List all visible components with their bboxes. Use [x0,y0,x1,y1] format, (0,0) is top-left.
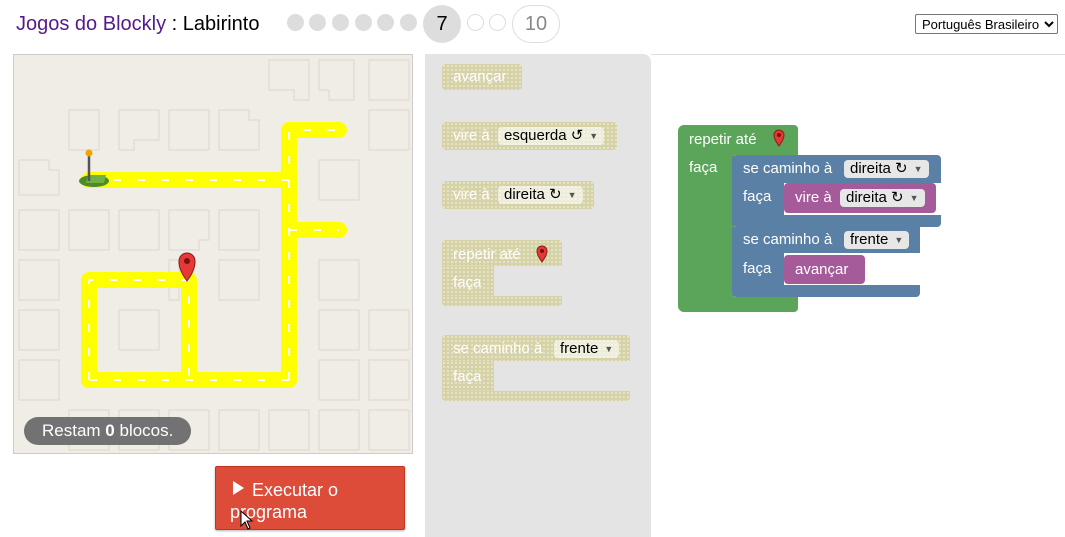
maze-canvas: Restam 0 blocos. [13,54,413,454]
toolbox-turn-left-prefix: vire à [453,127,490,144]
if2-direction-value: frente [850,231,889,248]
dropdown-arrow-icon: ▼ [589,131,599,141]
dropdown-arrow-icon: ▼ [604,344,614,354]
if2-direction-dropdown[interactable]: frente ▼ [844,231,910,249]
repeat-block-bottom [678,297,798,312]
maze-path [81,122,347,388]
turn-direction-dropdown[interactable]: direita ↻ ▼ [840,189,925,207]
start-marker-icon [79,149,109,187]
road-markings [88,129,339,381]
turn-direction-value: direita ↻ [846,189,904,206]
repeat-block-spine [678,155,734,299]
level-4-dot[interactable] [355,14,372,31]
toolbox-move-forward-block[interactable]: avançar [442,64,522,90]
move-forward-block[interactable]: avançar [784,255,865,284]
toolbox-if-dropdown-value: frente [560,340,599,357]
toolbox-if-do-label: faça [453,368,482,385]
if1-label: se caminho à [743,160,833,177]
game-name: Labirinto [182,13,260,35]
turn-right-prefix: vire à [795,189,832,206]
toolbox-if-dropdown[interactable]: frente ▼ [554,340,620,358]
if2-do-label: faça [743,260,772,277]
if2-label: se caminho à [743,231,833,248]
level-last[interactable]: 10 [512,5,560,43]
toolbox-repeat-until-block[interactable]: repetir até faça [442,240,562,306]
if2-block-bottom [732,285,920,297]
toolbox-turn-left-value: esquerda ↺ [504,127,584,144]
toolbox-if-label: se caminho à [453,340,543,357]
background-tiles [18,59,410,451]
if1-do-label: faça [743,188,772,205]
toolbox-repeat-do-label: faça [453,274,482,291]
toolbox-if-path-block[interactable]: se caminho à frente ▼ faça [442,335,630,401]
play-icon [233,481,244,495]
toolbox-turn-right-dropdown[interactable]: direita ↻ ▼ [498,186,583,204]
toolbox-repeat-bottom [442,296,562,306]
dropdown-arrow-icon: ▼ [567,190,577,200]
level-6-dot[interactable] [400,14,417,31]
repeat-until-label: repetir até [689,131,757,148]
capacity-count: 0 [105,421,115,440]
dropdown-arrow-icon: ▼ [894,235,904,245]
language-select[interactable]: Português Brasileiro [915,14,1058,34]
turn-right-block[interactable]: vire à direita ↻ ▼ [784,183,936,213]
title-separator: : [166,13,183,35]
header: Jogos do Blockly : Labirinto 7 10 Portug… [0,0,1065,50]
toolbox-turn-right-block[interactable]: vire à direita ↻ ▼ [442,181,594,209]
toolbox-repeat-label: repetir até [453,246,521,263]
level-8-dot[interactable] [467,14,484,31]
level-3-dot[interactable] [332,14,349,31]
if1-block-bottom [732,215,941,227]
toolbox-move-forward-label: avançar [453,68,507,85]
dropdown-arrow-icon: ▼ [913,164,923,174]
toolbox-if-bottom [442,391,630,401]
move-forward-label: avançar [795,261,849,278]
mouse-cursor-icon [240,510,254,530]
level-9-dot[interactable] [489,14,506,31]
if1-direction-value: direita ↻ [850,160,908,177]
level-2-dot[interactable] [309,14,326,31]
dropdown-arrow-icon: ▼ [909,193,919,203]
finish-marker-icon [773,129,785,147]
maze-drawing [18,59,410,451]
capacity-suffix: blocos. [114,421,174,440]
level-current: 7 [423,5,461,43]
app-home-link[interactable]: Jogos do Blockly [16,13,166,35]
level-1-dot[interactable] [287,14,304,31]
toolbox-turn-right-value: direita ↻ [504,186,562,203]
toolbox-turn-left-block[interactable]: vire à esquerda ↺ ▼ [442,122,617,150]
blocks-workspace[interactable]: repetir até faça se caminho à direita ↻ ▼… [651,54,1065,537]
page-title: Jogos do Blockly : Labirinto [16,13,259,36]
level-5-dot[interactable] [377,14,394,31]
repeat-do-label: faça [689,159,718,176]
toolbox-turn-left-dropdown[interactable]: esquerda ↺ ▼ [498,127,605,145]
finish-marker-icon [536,245,548,263]
capacity-badge: Restam 0 blocos. [24,417,192,445]
capacity-prefix: Restam [42,421,106,440]
toolbox-flyout: avançar vire à esquerda ↺ ▼ vire à direit… [425,54,651,537]
if1-direction-dropdown[interactable]: direita ↻ ▼ [844,160,929,178]
toolbox-turn-right-prefix: vire à [453,186,490,203]
